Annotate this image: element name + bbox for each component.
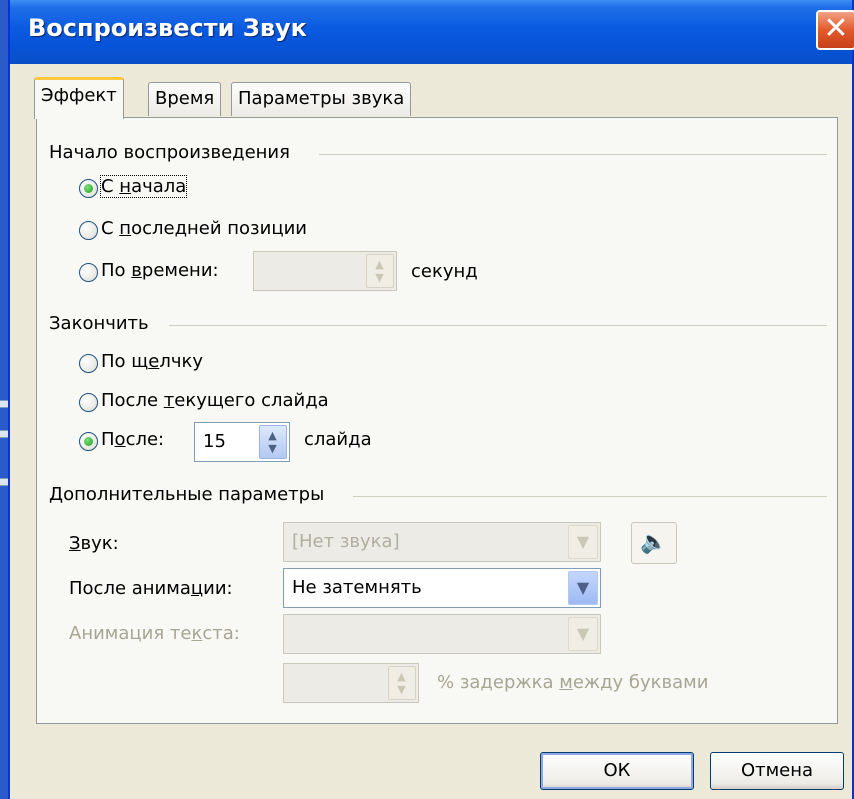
tab-sound-settings[interactable]: Параметры звука — [231, 82, 412, 116]
spin-arrows-icon[interactable]: ▲▼ — [259, 425, 287, 459]
chevron-down-icon[interactable]: ▼ — [568, 571, 598, 605]
label-part: После — [101, 390, 164, 411]
time-unit-label: секунд — [411, 261, 478, 282]
start-group-label: Начало воспроизведения — [49, 142, 290, 163]
label-part: ежду буквами — [572, 672, 709, 693]
after-animation-dropdown[interactable]: Не затемнять ▼ — [283, 568, 601, 608]
group-divider — [353, 496, 827, 497]
radio-from-start-label[interactable]: С начала — [99, 175, 188, 198]
label-part: % задержка — [437, 672, 560, 693]
play-sound-dialog: Воспроизвести Звук ✕ Эффект Время Параме… — [8, 0, 854, 799]
group-divider — [319, 154, 827, 155]
spin-arrows-icon[interactable]: ▲▼ — [366, 254, 394, 288]
radio-after-current-slide[interactable] — [79, 393, 98, 412]
label-part: С — [101, 176, 120, 197]
label-part: к — [191, 623, 203, 644]
label-part: лчку — [159, 351, 203, 372]
label-part: После анима — [69, 578, 191, 599]
slides-value: 15 — [203, 431, 226, 452]
chevron-down-icon[interactable]: ▼ — [568, 525, 598, 559]
cancel-button[interactable]: Отмена — [710, 752, 844, 790]
sound-dropdown[interactable]: [Нет звука] ▼ — [283, 522, 601, 562]
tab-label: Эффект — [41, 85, 117, 106]
label-part: п — [119, 218, 132, 239]
radio-on-click[interactable] — [79, 354, 98, 373]
text-animation-label: Анимация текста: — [69, 623, 240, 644]
slides-unit-label: слайда — [304, 429, 372, 450]
radio-by-time-label[interactable]: По времени: — [101, 260, 219, 281]
label-part: м — [559, 672, 573, 693]
close-icon: ✕ — [823, 11, 849, 46]
ok-label: ОК — [603, 760, 631, 781]
label-part: С — [101, 218, 120, 239]
ok-button[interactable]: ОК — [540, 752, 694, 790]
sound-label: Звук: — [69, 533, 119, 554]
radio-from-last-position[interactable] — [79, 221, 98, 240]
radio-after-current-slide-label[interactable]: После текущего слайда — [101, 390, 329, 411]
tab-label: Время — [155, 88, 215, 109]
label-part: н — [119, 176, 132, 197]
after-animation-label: После анимации: — [69, 578, 233, 599]
label-part: екущего слайда — [174, 390, 329, 411]
tab-label: Параметры звука — [238, 88, 405, 109]
letter-delay-stepper[interactable]: ▲▼ — [283, 663, 419, 703]
speaker-icon: 🔈 — [640, 530, 668, 555]
radio-after-n-slides[interactable] — [79, 432, 98, 451]
radio-from-start[interactable] — [79, 179, 98, 198]
tab-panel-effect: Начало воспроизведения С начала С послед… — [36, 117, 838, 724]
tab-effect[interactable]: Эффект — [34, 77, 124, 119]
chevron-down-icon[interactable]: ▼ — [568, 617, 598, 651]
title-bar[interactable]: Воспроизвести Звук ✕ — [10, 0, 854, 64]
tab-timing[interactable]: Время — [148, 82, 222, 116]
group-divider — [169, 325, 827, 326]
label-part: в — [131, 260, 142, 281]
label-part: е — [148, 351, 160, 372]
label-part: оследней позиции — [131, 218, 307, 239]
end-group-label: Закончить — [49, 313, 149, 334]
letter-delay-label: % задержка между буквами — [437, 672, 708, 693]
radio-on-click-label[interactable]: По щелчку — [101, 351, 203, 372]
spin-arrows-icon[interactable]: ▲▼ — [388, 666, 416, 700]
radio-from-last-position-label[interactable]: С последней позиции — [101, 218, 307, 239]
text-animation-dropdown[interactable]: ▼ — [283, 614, 601, 654]
label-part: ии: — [203, 578, 233, 599]
label-part: З — [69, 533, 81, 554]
label-part: П — [101, 429, 115, 450]
label-part: т — [163, 390, 175, 411]
label-part: ц — [190, 578, 204, 599]
label-part: о — [114, 429, 126, 450]
after-animation-value: Не затемнять — [292, 577, 422, 598]
label-part: вук: — [80, 533, 119, 554]
close-button[interactable]: ✕ — [816, 10, 854, 50]
cancel-label: Отмена — [740, 760, 814, 781]
label-part: ста: — [202, 623, 240, 644]
label-part: По щ — [101, 351, 149, 372]
sound-preview-button[interactable]: 🔈 — [631, 522, 677, 564]
slides-stepper[interactable]: 15 ▲▼ — [194, 422, 290, 462]
label-part: ремени: — [141, 260, 219, 281]
radio-after-n-slides-label[interactable]: После: — [101, 429, 164, 450]
sound-value: [Нет звука] — [292, 531, 400, 552]
dialog-title: Воспроизвести Звук — [28, 14, 307, 42]
extra-group-label: Дополнительные параметры — [49, 484, 325, 505]
label-part: ачала — [131, 176, 187, 197]
label-part: По — [101, 260, 132, 281]
label-part: сле: — [125, 429, 165, 450]
radio-by-time[interactable] — [79, 263, 98, 282]
time-stepper[interactable]: ▲▼ — [253, 251, 397, 291]
label-part: Анимация те — [69, 623, 192, 644]
